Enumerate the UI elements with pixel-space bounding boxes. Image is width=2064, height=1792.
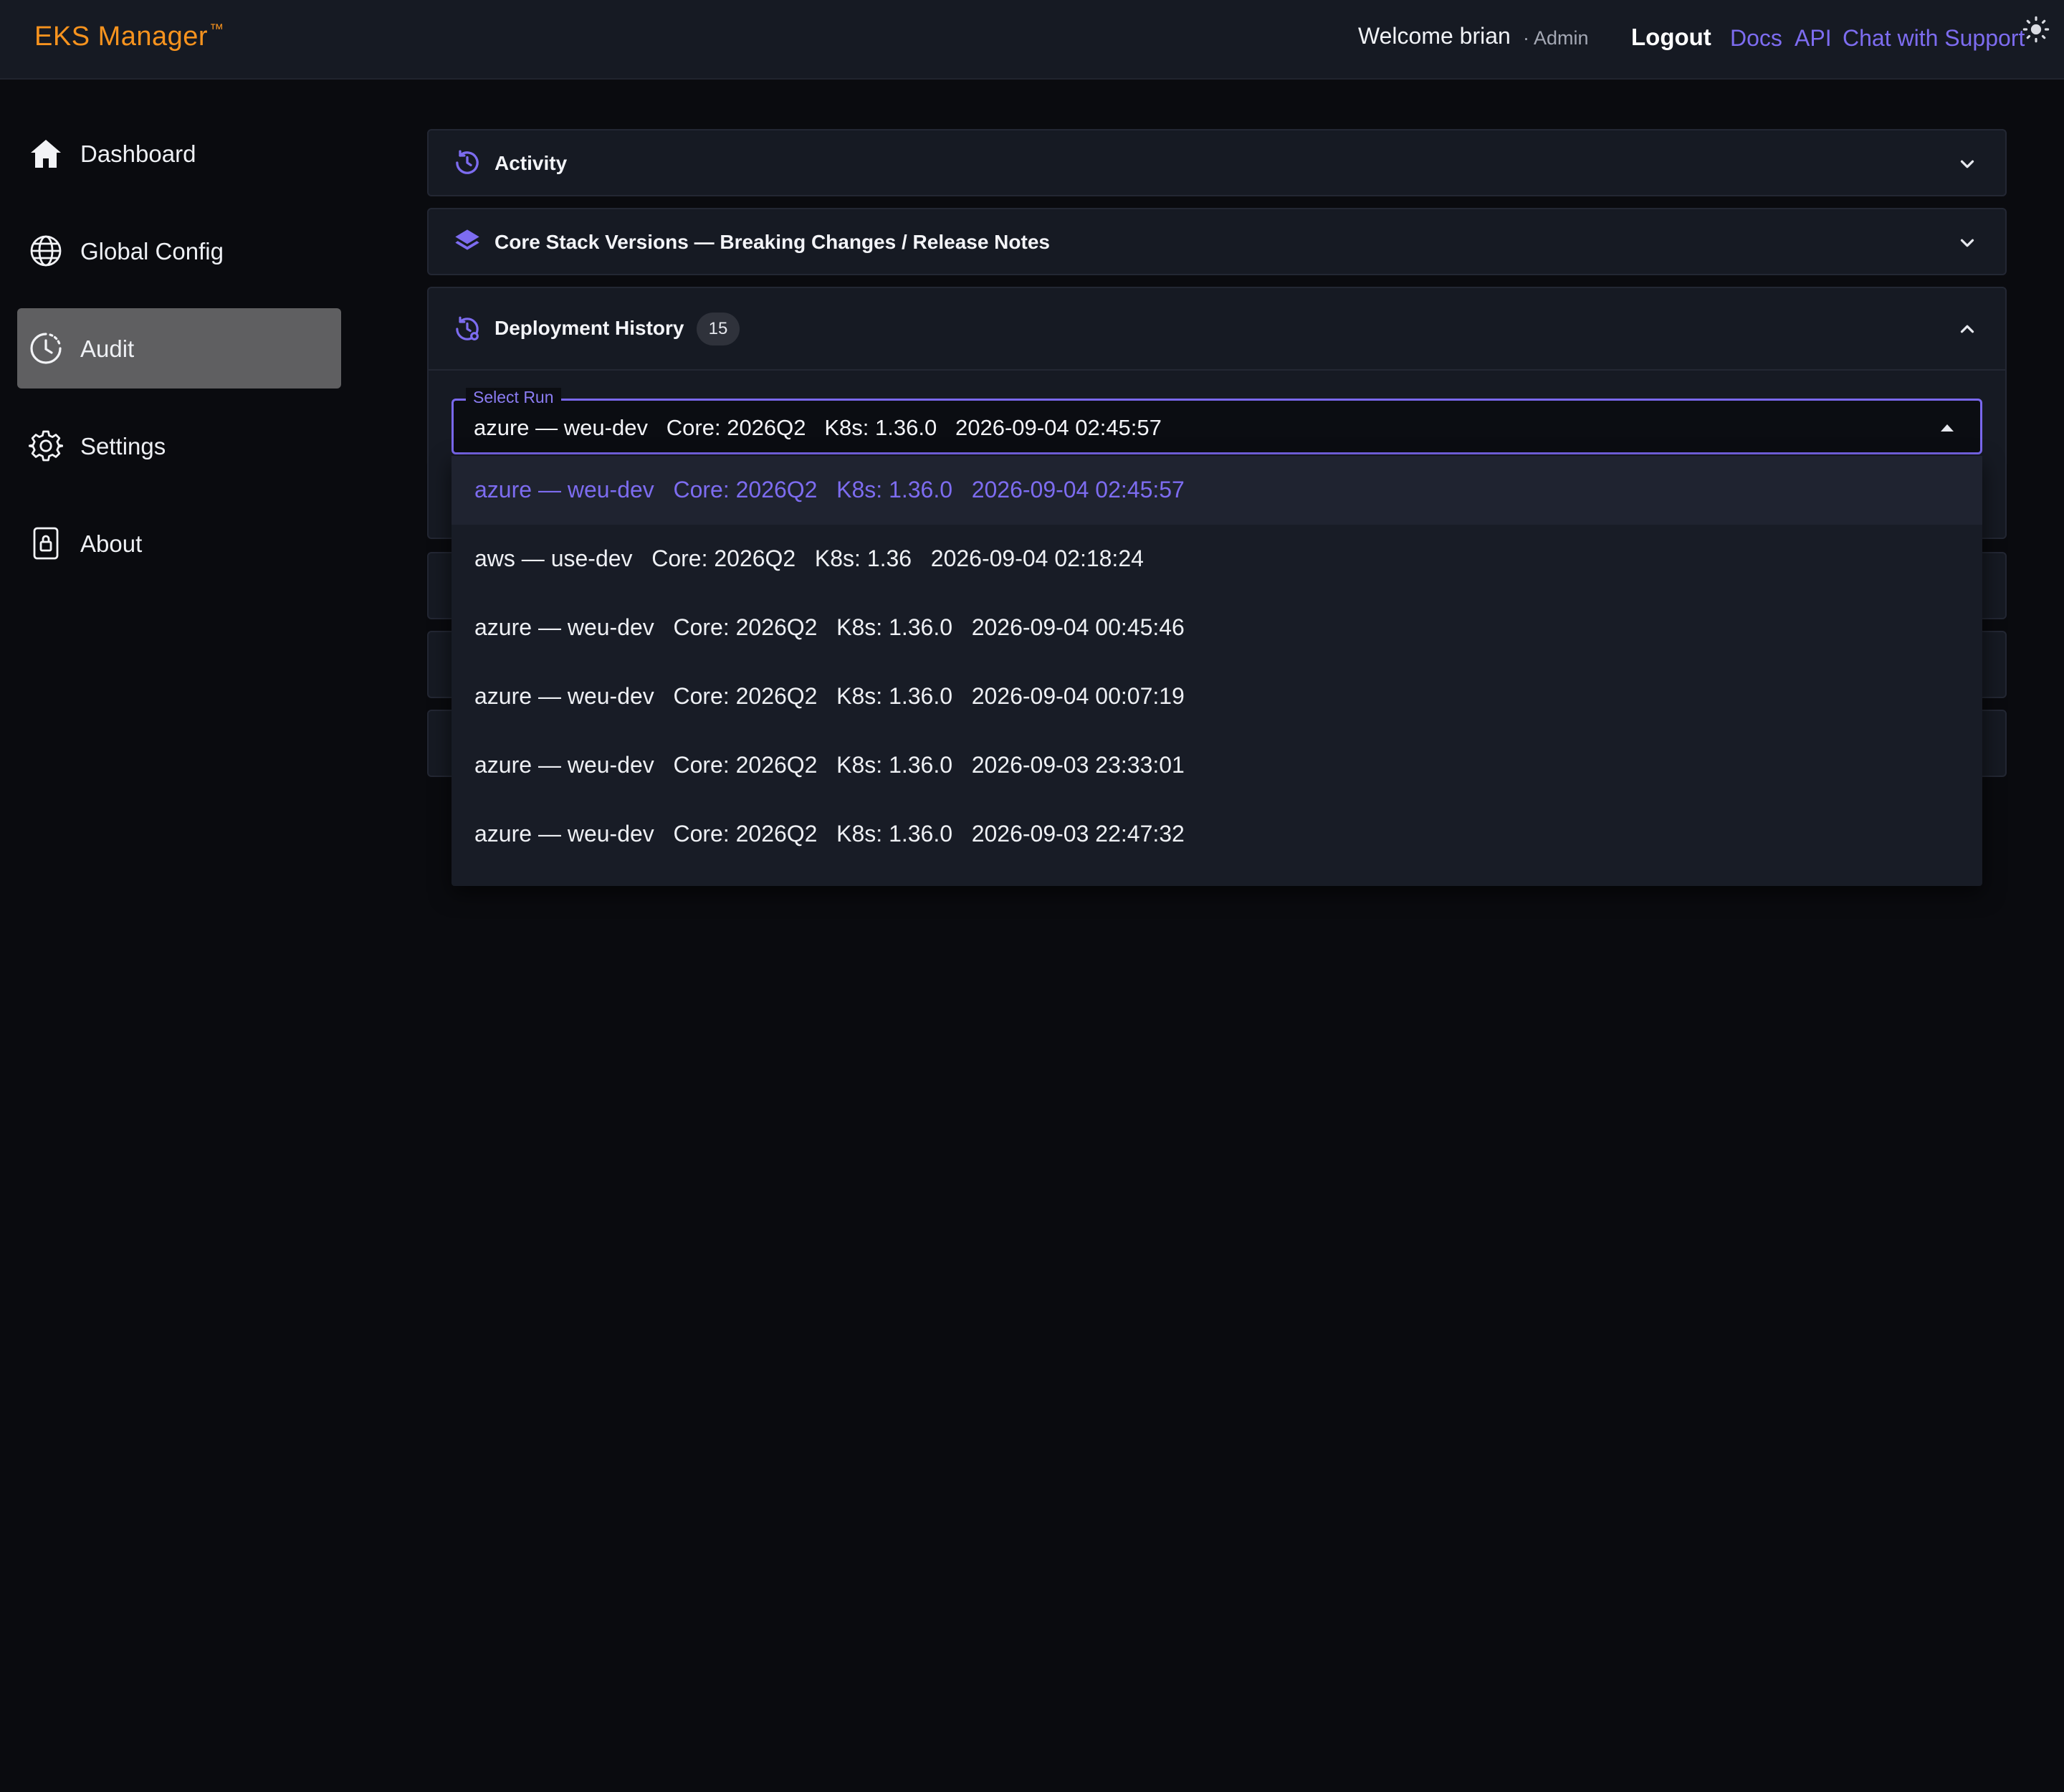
core-stack-title: Core Stack Versions — Breaking Changes /… xyxy=(494,231,1050,253)
history-icon xyxy=(456,150,479,174)
sidebar-item-label: About xyxy=(80,530,143,557)
activity-panel[interactable]: Activity xyxy=(427,129,2007,196)
dropdown-option[interactable]: azure — weu-dev Core: 2026Q2 K8s: 1.36.0… xyxy=(452,456,1982,525)
select-run-dropdown: azure — weu-dev Core: 2026Q2 K8s: 1.36.0… xyxy=(452,456,1982,886)
option-label: azure — weu-dev Core: 2026Q2 K8s: 1.36.0… xyxy=(474,477,1185,502)
option-label: aws — use-dev Core: 2026Q2 K8s: 1.36 202… xyxy=(474,545,1144,571)
logout-button[interactable]: Logout xyxy=(1631,24,1711,51)
user-role: · Admin xyxy=(1523,27,1589,49)
dropdown-option[interactable]: azure — weu-dev Core: 2026Q2 K8s: 1.36.0… xyxy=(452,800,1982,869)
brand-name: EKS Manager xyxy=(34,22,209,52)
sidebar-item-label: Audit xyxy=(80,335,135,362)
docs-link[interactable]: Docs xyxy=(1730,25,1782,52)
option-label: azure — weu-dev Core: 2026Q2 K8s: 1.36.0… xyxy=(474,752,1185,778)
top-bar: EKS Manager ™ Welcome brian · Admin Logou… xyxy=(0,0,2064,80)
sidebar-item-about[interactable]: About xyxy=(17,503,341,583)
lock-icon xyxy=(33,527,59,560)
sidebar-item-label: Settings xyxy=(80,433,166,459)
chat-support-link[interactable]: Chat with Support xyxy=(1843,25,2025,52)
sidebar-item-label: Dashboard xyxy=(80,140,196,167)
deployment-history-title: Deployment History xyxy=(494,317,684,339)
layers-icon xyxy=(455,229,479,250)
option-label: azure — weu-dev Core: 2026Q2 K8s: 1.36.0… xyxy=(474,683,1185,709)
panel-divider xyxy=(429,369,2005,371)
select-run-field[interactable]: azure — weu-dev Core: 2026Q2 K8s: 1.36.0… xyxy=(452,399,1982,454)
dropdown-option[interactable]: azure — weu-dev Core: 2026Q2 K8s: 1.36.0… xyxy=(452,594,1982,662)
trademark-mark: ™ xyxy=(209,22,224,37)
option-label: azure — weu-dev Core: 2026Q2 K8s: 1.36.0… xyxy=(474,614,1185,640)
home-icon xyxy=(31,140,61,168)
caret-up-icon[interactable] xyxy=(1939,421,1956,434)
option-label: azure — weu-dev Core: 2026Q2 K8s: 1.36.0… xyxy=(474,821,1185,847)
chevron-down-icon[interactable] xyxy=(1956,232,1978,254)
dropdown-option[interactable]: aws — use-dev Core: 2026Q2 K8s: 1.36 202… xyxy=(452,525,1982,594)
select-run-value: azure — weu-dev Core: 2026Q2 K8s: 1.36.0… xyxy=(474,415,1162,440)
select-run-label: Select Run xyxy=(466,388,561,407)
globe-icon xyxy=(30,235,62,267)
welcome-text: Welcome brian xyxy=(1358,23,1511,49)
sidebar-item-global-config[interactable]: Global Config xyxy=(17,211,341,291)
deployment-count-badge: 15 xyxy=(697,313,740,345)
clock-icon xyxy=(30,333,62,364)
dropdown-option[interactable]: azure — weu-dev Core: 2026Q2 K8s: 1.36.0… xyxy=(452,731,1982,800)
gear-icon xyxy=(29,430,63,462)
sidebar-item-label: Global Config xyxy=(80,238,224,264)
sidebar-item-dashboard[interactable]: Dashboard xyxy=(17,113,341,194)
dropdown-option[interactable]: azure — weu-dev Core: 2026Q2 K8s: 1.36.0… xyxy=(452,662,1982,731)
sun-icon[interactable] xyxy=(2022,16,2050,43)
activity-title: Activity xyxy=(494,152,568,174)
chevron-up-icon[interactable] xyxy=(1956,318,1978,340)
api-link[interactable]: API xyxy=(1795,25,1832,52)
sidebar-item-settings[interactable]: Settings xyxy=(17,406,341,486)
core-stack-panel[interactable]: Core Stack Versions — Breaking Changes /… xyxy=(427,208,2007,275)
brand-logo[interactable]: EKS Manager ™ xyxy=(34,22,224,52)
history-gear-icon xyxy=(456,316,479,340)
chevron-down-icon[interactable] xyxy=(1956,153,1978,175)
sidebar-item-audit[interactable]: Audit xyxy=(17,308,341,389)
